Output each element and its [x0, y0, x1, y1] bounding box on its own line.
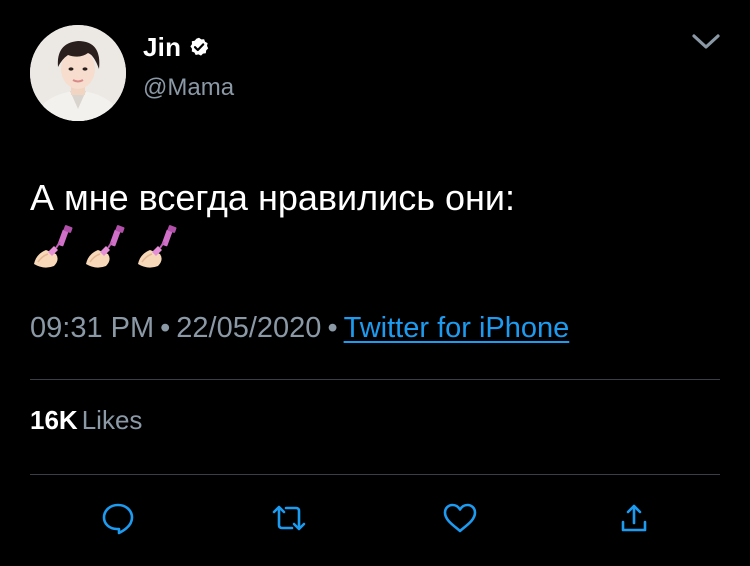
tweet-detail: Jin @Mama А мне всегда нравились они: 09… — [0, 0, 750, 566]
share-icon — [621, 504, 647, 532]
author-name-row[interactable]: Jin — [143, 30, 209, 64]
retweet-icon — [272, 505, 306, 531]
tweet-source-link[interactable]: Twitter for iPhone — [344, 312, 570, 344]
tweet-text: А мне всегда нравились они: — [30, 177, 515, 218]
more-options-button[interactable] — [688, 28, 724, 56]
nail-polish-emoji — [30, 224, 78, 272]
divider — [30, 474, 720, 475]
retweet-button[interactable] — [269, 498, 309, 538]
tweet-meta: 09:31 PM • 22/05/2020 • Twitter for iPhone — [30, 308, 569, 348]
divider — [30, 379, 720, 380]
nail-polish-emoji — [82, 224, 130, 272]
reply-icon — [102, 503, 134, 535]
display-name[interactable]: Jin — [143, 32, 181, 63]
tweet-date[interactable]: 22/05/2020 — [176, 312, 321, 344]
nail-polish-emoji — [134, 224, 182, 272]
avatar[interactable] — [30, 25, 126, 121]
verified-badge-icon — [189, 37, 209, 57]
tweet-emoji-row — [30, 224, 182, 272]
chevron-down-icon — [692, 34, 720, 49]
likes-label: Likes — [81, 405, 143, 435]
reply-button[interactable] — [98, 498, 138, 538]
like-icon — [443, 503, 477, 533]
author-handle[interactable]: @Mama — [143, 74, 234, 102]
meta-separator: • — [327, 312, 338, 344]
tweet-time[interactable]: 09:31 PM — [30, 312, 154, 344]
like-button[interactable] — [440, 498, 480, 538]
share-button[interactable] — [614, 498, 654, 538]
likes-stat[interactable]: 16K Likes — [30, 402, 142, 438]
tweet-action-bar — [0, 498, 750, 538]
meta-separator: • — [160, 312, 171, 344]
likes-count: 16K — [30, 405, 78, 435]
avatar-photo — [30, 25, 126, 121]
